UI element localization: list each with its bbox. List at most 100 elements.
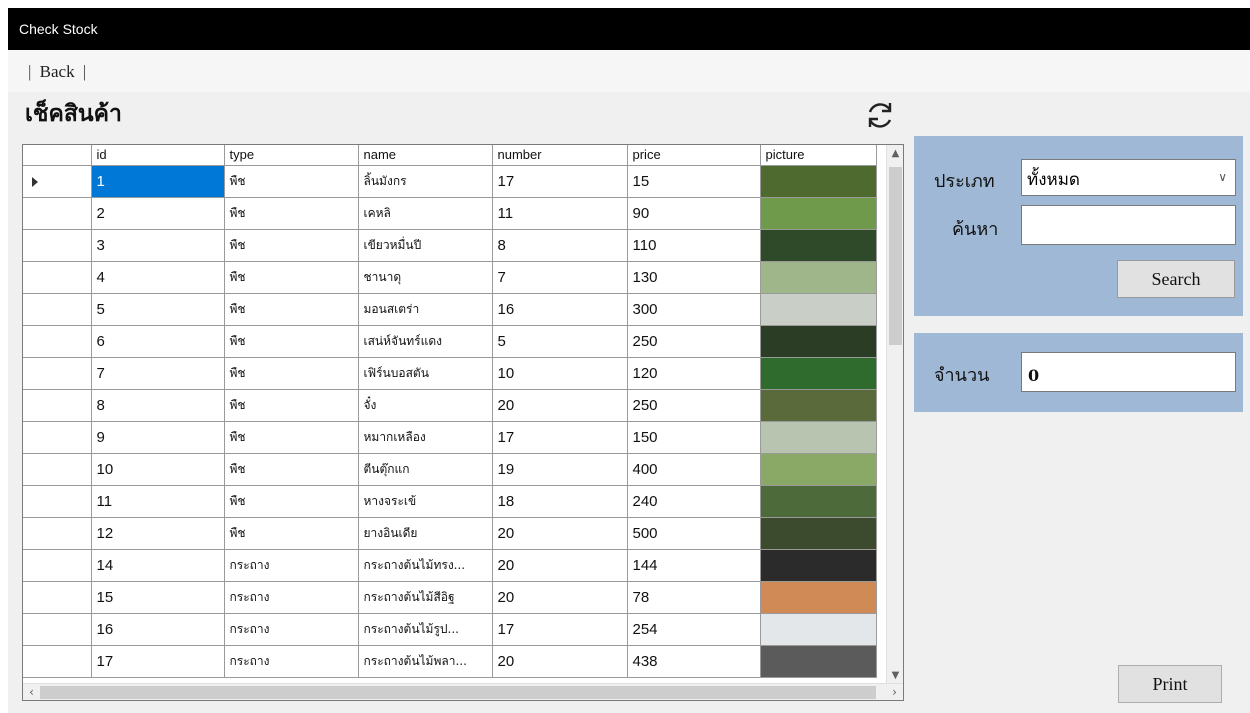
vertical-scrollbar[interactable]: ▲ ▼ [886, 145, 903, 684]
cell-price[interactable]: 250 [627, 325, 761, 358]
cell-name[interactable]: ชานาดุ [358, 261, 493, 294]
vertical-scroll-thumb[interactable] [889, 167, 902, 345]
cell-price[interactable]: 400 [627, 453, 761, 486]
row-header[interactable] [23, 325, 92, 358]
cell-picture[interactable] [760, 421, 877, 454]
cell-picture[interactable] [760, 261, 877, 294]
table-row[interactable]: 16 กระถาง กระถางต้นไม้รูป... 17 254 [23, 613, 877, 646]
cell-number[interactable]: 20 [492, 517, 628, 550]
row-header[interactable] [23, 453, 92, 486]
type-select[interactable]: ทั้งหมด ∨ [1021, 159, 1236, 196]
cell-id[interactable]: 12 [91, 517, 225, 550]
table-row[interactable]: 5 พืช มอนสเตร่า 16 300 [23, 293, 877, 326]
cell-number[interactable]: 11 [492, 197, 628, 230]
table-row[interactable]: 1 พืช ลิ้นมังกร 17 15 [23, 165, 877, 198]
cell-number[interactable]: 17 [492, 613, 628, 646]
table-row[interactable]: 11 พืช หางจระเข้ 18 240 [23, 485, 877, 518]
cell-number[interactable]: 10 [492, 357, 628, 390]
cell-name[interactable]: ลิ้นมังกร [358, 165, 493, 198]
table-row[interactable]: 8 พืช จั๋ง 20 250 [23, 389, 877, 422]
table-row[interactable]: 4 พืช ชานาดุ 7 130 [23, 261, 877, 294]
cell-name[interactable]: เขียวหมื่นปี [358, 229, 493, 262]
cell-name[interactable]: หางจระเข้ [358, 485, 493, 518]
cell-price[interactable]: 90 [627, 197, 761, 230]
horizontal-scroll-thumb[interactable] [40, 686, 876, 699]
row-header[interactable] [23, 261, 92, 294]
horizontal-scrollbar[interactable]: ‹ › [23, 683, 903, 700]
cell-id[interactable]: 5 [91, 293, 225, 326]
refresh-button[interactable] [862, 98, 898, 134]
cell-type[interactable]: พืช [224, 229, 359, 262]
cell-number[interactable]: 20 [492, 581, 628, 614]
cell-type[interactable]: พืช [224, 261, 359, 294]
table-row[interactable]: 9 พืช หมากเหลือง 17 150 [23, 421, 877, 454]
cell-picture[interactable] [760, 549, 877, 582]
cell-type[interactable]: พืช [224, 357, 359, 390]
cell-name[interactable]: มอนสเตร่า [358, 293, 493, 326]
cell-number[interactable]: 17 [492, 165, 628, 198]
search-button[interactable]: Search [1117, 260, 1235, 298]
cell-name[interactable]: เสน่ห์จันทร์แดง [358, 325, 493, 358]
cell-type[interactable]: พืช [224, 453, 359, 486]
cell-price[interactable]: 250 [627, 389, 761, 422]
cell-picture[interactable] [760, 389, 877, 422]
count-input[interactable] [1021, 352, 1236, 392]
row-header[interactable] [23, 229, 92, 262]
cell-picture[interactable] [760, 165, 877, 198]
scroll-left-icon[interactable]: ‹ [23, 684, 40, 700]
cell-price[interactable]: 144 [627, 549, 761, 582]
row-header[interactable] [23, 357, 92, 390]
cell-price[interactable]: 240 [627, 485, 761, 518]
cell-type[interactable]: พืช [224, 485, 359, 518]
cell-id[interactable]: 16 [91, 613, 225, 646]
table-row[interactable]: 2 พืช เคหลิ 11 90 [23, 197, 877, 230]
table-row[interactable]: 15 กระถาง กระถางต้นไม้สีอิฐ 20 78 [23, 581, 877, 614]
row-header[interactable] [23, 389, 92, 422]
cell-type[interactable]: พืช [224, 165, 359, 198]
cell-name[interactable]: กระถางต้นไม้รูป... [358, 613, 493, 646]
cell-id[interactable]: 4 [91, 261, 225, 294]
cell-price[interactable]: 120 [627, 357, 761, 390]
column-header-number[interactable]: number [492, 145, 628, 166]
cell-id[interactable]: 10 [91, 453, 225, 486]
row-header[interactable] [23, 581, 92, 614]
cell-picture[interactable] [760, 613, 877, 646]
cell-price[interactable]: 130 [627, 261, 761, 294]
cell-picture[interactable] [760, 357, 877, 390]
row-header[interactable] [23, 549, 92, 582]
row-header[interactable] [23, 197, 92, 230]
cell-price[interactable]: 110 [627, 229, 761, 262]
cell-type[interactable]: พืช [224, 293, 359, 326]
cell-id[interactable]: 2 [91, 197, 225, 230]
cell-type[interactable]: กระถาง [224, 645, 359, 678]
cell-picture[interactable] [760, 453, 877, 486]
table-row[interactable]: 10 พืช ตีนตุ๊กแก 19 400 [23, 453, 877, 486]
row-header[interactable] [23, 421, 92, 454]
cell-number[interactable]: 18 [492, 485, 628, 518]
cell-price[interactable]: 500 [627, 517, 761, 550]
cell-id[interactable]: 7 [91, 357, 225, 390]
scroll-up-icon[interactable]: ▲ [887, 145, 903, 162]
table-row[interactable]: 3 พืช เขียวหมื่นปี 8 110 [23, 229, 877, 262]
cell-type[interactable]: กระถาง [224, 613, 359, 646]
cell-price[interactable]: 438 [627, 645, 761, 678]
cell-name[interactable]: เคหลิ [358, 197, 493, 230]
cell-id[interactable]: 17 [91, 645, 225, 678]
cell-name[interactable]: ยางอินเดีย [358, 517, 493, 550]
cell-id[interactable]: 11 [91, 485, 225, 518]
cell-id[interactable]: 6 [91, 325, 225, 358]
print-button[interactable]: Print [1118, 665, 1222, 703]
row-header[interactable] [23, 517, 92, 550]
table-row[interactable]: 7 พืช เฟิร์นบอสตัน 10 120 [23, 357, 877, 390]
cell-name[interactable]: ตีนตุ๊กแก [358, 453, 493, 486]
cell-name[interactable]: กระถางต้นไม้พลา... [358, 645, 493, 678]
cell-picture[interactable] [760, 229, 877, 262]
column-header-name[interactable]: name [358, 145, 493, 166]
cell-picture[interactable] [760, 581, 877, 614]
cell-picture[interactable] [760, 517, 877, 550]
column-header-id[interactable]: id [91, 145, 225, 166]
cell-number[interactable]: 16 [492, 293, 628, 326]
stock-grid[interactable]: id type name number price picture 1 พืช ลิ… [22, 144, 904, 701]
back-button[interactable]: Back [40, 62, 75, 81]
column-header-picture[interactable]: picture [760, 145, 877, 166]
